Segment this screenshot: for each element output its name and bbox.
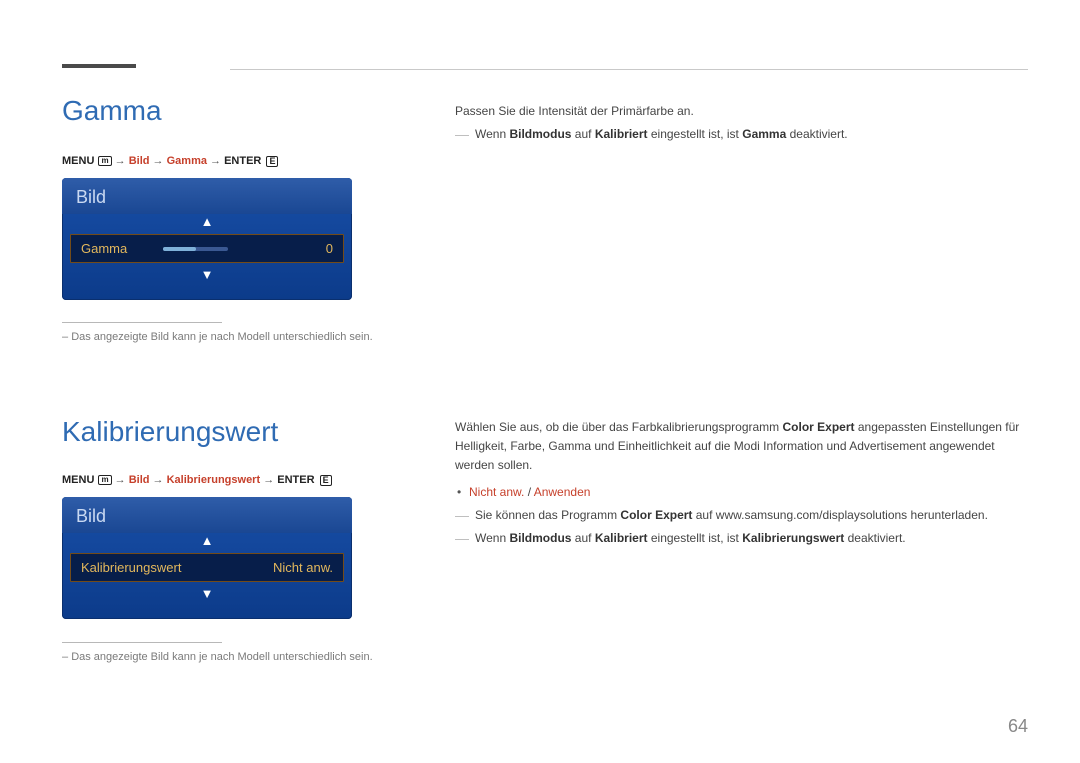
note-text: Wenn Bildmodus auf Kalibriert eingestell… bbox=[475, 125, 848, 144]
osd-selected-row[interactable]: Kalibrierungswert Nicht anw. bbox=[70, 553, 344, 582]
header-rule bbox=[230, 69, 1028, 70]
breadcrumb-gamma: MENU m → Bild → Gamma → ENTER E bbox=[62, 155, 278, 167]
dash-icon: ― bbox=[455, 529, 469, 547]
osd-row-value: 0 bbox=[326, 241, 333, 256]
osd-up-arrow[interactable]: ▲ bbox=[62, 533, 352, 551]
description-note-2: ― Wenn Bildmodus auf Kalibriert eingeste… bbox=[455, 529, 1028, 548]
description-intro: Wählen Sie aus, ob die über das Farbkali… bbox=[455, 418, 1028, 475]
footnote-rule bbox=[62, 322, 222, 323]
section-title-kalibrierungswert: Kalibrierungswert bbox=[62, 416, 278, 448]
osd-row-label: Gamma bbox=[81, 241, 127, 256]
description-note-1: ― Sie können das Programm Color Expert a… bbox=[455, 506, 1028, 525]
description-intro: Passen Sie die Intensität der Primärfarb… bbox=[455, 102, 1028, 121]
osd-up-arrow[interactable]: ▲ bbox=[62, 214, 352, 232]
osd-row-label: Kalibrierungswert bbox=[81, 560, 181, 575]
note-text: Wenn Bildmodus auf Kalibriert eingestell… bbox=[475, 529, 906, 548]
breadcrumb-enter: ENTER bbox=[277, 474, 314, 486]
description-note: ― Wenn Bildmodus auf Kalibriert eingeste… bbox=[455, 125, 1028, 144]
breadcrumb-arrow: → bbox=[153, 474, 167, 486]
osd-down-arrow[interactable]: ▼ bbox=[62, 265, 352, 285]
osd-down-arrow[interactable]: ▼ bbox=[62, 584, 352, 604]
osd-row-value: Nicht anw. bbox=[273, 560, 333, 575]
description-kalibrierungswert: Wählen Sie aus, ob die über das Farbkali… bbox=[455, 418, 1028, 548]
footnote-rule bbox=[62, 642, 222, 643]
breadcrumb-arrow: → bbox=[263, 474, 277, 486]
breadcrumb-arrow: → bbox=[153, 155, 167, 167]
breadcrumb-menu: MENU bbox=[62, 474, 94, 486]
breadcrumb-bild: Bild bbox=[129, 155, 150, 167]
osd-slider-fill bbox=[163, 247, 196, 251]
footnote-block-2: – Das angezeigte Bild kann je nach Model… bbox=[62, 630, 408, 665]
osd-selected-row[interactable]: Gamma 0 bbox=[70, 234, 344, 263]
footnote-text: – Das angezeigte Bild kann je nach Model… bbox=[62, 329, 408, 345]
menu-icon: m bbox=[98, 475, 111, 485]
menu-icon: m bbox=[98, 156, 111, 166]
options-bullet: Nicht anw. / Anwenden bbox=[455, 483, 1028, 502]
dash-icon: ― bbox=[455, 125, 469, 143]
breadcrumb-item: Gamma bbox=[167, 155, 207, 167]
osd-panel-header: Bild bbox=[62, 178, 352, 214]
osd-panel-kalibrierungswert: Bild ▲ Kalibrierungswert Nicht anw. ▼ bbox=[62, 497, 352, 619]
footnote-text: – Das angezeigte Bild kann je nach Model… bbox=[62, 649, 408, 665]
breadcrumb-item: Kalibrierungswert bbox=[167, 474, 261, 486]
option-anwenden: Anwenden bbox=[534, 485, 591, 499]
osd-panel-gamma: Bild ▲ Gamma 0 ▼ bbox=[62, 178, 352, 300]
header-rule-thick bbox=[62, 64, 136, 68]
breadcrumb-bild: Bild bbox=[129, 474, 150, 486]
enter-icon: E bbox=[320, 475, 332, 486]
description-gamma: Passen Sie die Intensität der Primärfarb… bbox=[455, 102, 1028, 144]
footnote-block-1: – Das angezeigte Bild kann je nach Model… bbox=[62, 310, 408, 345]
breadcrumb-menu: MENU bbox=[62, 155, 94, 167]
option-nicht-anw: Nicht anw. bbox=[469, 485, 524, 499]
breadcrumb-enter: ENTER bbox=[224, 155, 261, 167]
page-number: 64 bbox=[1008, 716, 1028, 737]
osd-panel-header: Bild bbox=[62, 497, 352, 533]
breadcrumb-arrow: → bbox=[210, 155, 224, 167]
enter-icon: E bbox=[266, 156, 278, 167]
note-text: Sie können das Programm Color Expert auf… bbox=[475, 506, 988, 525]
osd-slider[interactable] bbox=[163, 247, 228, 251]
section-title-gamma: Gamma bbox=[62, 95, 162, 127]
breadcrumb-arrow: → bbox=[115, 474, 129, 486]
breadcrumb-kalibrierungswert: MENU m → Bild → Kalibrierungswert → ENTE… bbox=[62, 474, 332, 486]
breadcrumb-arrow: → bbox=[115, 155, 129, 167]
dash-icon: ― bbox=[455, 506, 469, 524]
